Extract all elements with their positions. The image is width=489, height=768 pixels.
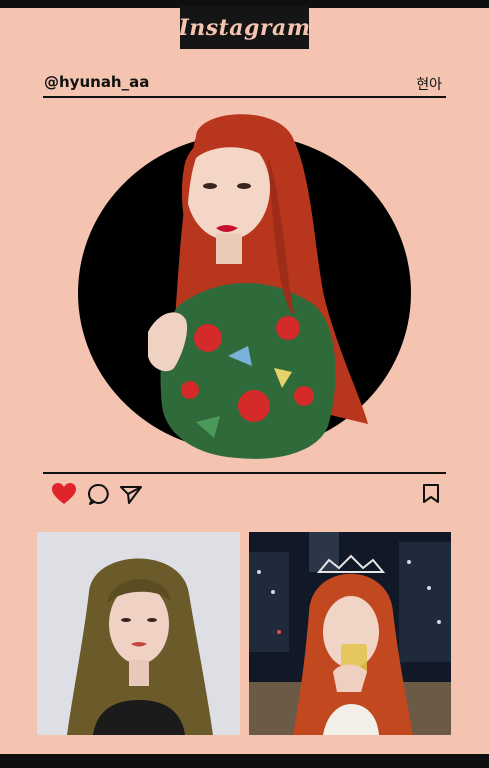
gallery-photo-2[interactable] bbox=[249, 532, 451, 735]
profile-display-name: 현아 bbox=[416, 77, 442, 93]
portrait-figure bbox=[148, 114, 368, 459]
comment-icon[interactable] bbox=[85, 480, 113, 508]
gallery-photo-1[interactable] bbox=[37, 532, 240, 735]
logo-text: Instagram bbox=[178, 14, 311, 41]
header-divider bbox=[43, 96, 446, 98]
paper-plane-icon[interactable] bbox=[117, 480, 145, 508]
portrait-night-city bbox=[249, 532, 451, 735]
bottom-border bbox=[0, 754, 489, 768]
main-post-image[interactable] bbox=[78, 106, 413, 462]
profile-username[interactable]: @hyunah_aa bbox=[44, 73, 149, 91]
actions-divider bbox=[43, 472, 446, 474]
heart-icon[interactable] bbox=[50, 480, 78, 508]
instagram-logo: Instagram bbox=[178, 6, 311, 49]
bookmark-icon[interactable] bbox=[419, 480, 447, 508]
portrait-long-hair bbox=[37, 532, 240, 735]
